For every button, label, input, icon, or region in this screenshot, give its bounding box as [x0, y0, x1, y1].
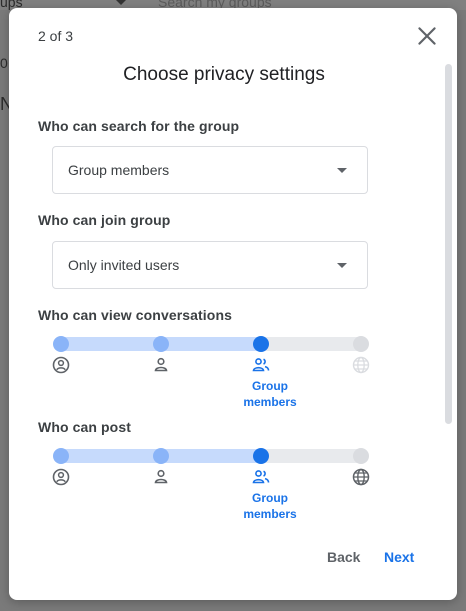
dialog-title: Choose privacy settings — [123, 64, 325, 85]
slider-stop-specific-people[interactable] — [153, 336, 169, 352]
step-indicator: 2 of 3 — [38, 28, 74, 44]
search-setting-select[interactable]: Group members — [52, 146, 368, 194]
slider-stop-everyone[interactable] — [353, 448, 369, 464]
view-setting-label: Who can view conversations — [38, 307, 232, 323]
background-dropdown-caret — [116, 0, 126, 5]
join-setting-select[interactable]: Only invited users — [52, 241, 368, 289]
scrollbar[interactable] — [445, 64, 452, 424]
group-icon[interactable] — [251, 355, 271, 375]
dropdown-arrow-icon — [337, 263, 347, 268]
group-managers-icon[interactable] — [52, 467, 71, 487]
person-icon[interactable] — [151, 355, 171, 375]
slider-stop-specific-people[interactable] — [153, 448, 169, 464]
group-icon[interactable] — [251, 467, 271, 487]
slider-stop-group-members[interactable] — [253, 448, 269, 464]
search-setting-value: Group members — [68, 162, 170, 178]
globe-icon[interactable] — [351, 467, 371, 487]
search-setting-label: Who can search for the group — [38, 118, 240, 134]
group-managers-icon[interactable] — [51, 355, 71, 375]
post-setting-slider[interactable]: Group members — [52, 448, 377, 524]
dropdown-arrow-icon — [337, 168, 347, 173]
join-setting-value: Only invited users — [68, 257, 180, 273]
selected-option-label: Group members — [243, 379, 297, 409]
slider-stop-everyone[interactable] — [353, 336, 369, 352]
slider-stop-managers[interactable] — [53, 448, 69, 464]
slider-track-inactive — [261, 337, 361, 351]
background-fragment-digit: 0 — [0, 55, 8, 71]
join-setting-label: Who can join group — [38, 212, 171, 228]
slider-stop-managers[interactable] — [53, 336, 69, 352]
slider-stop-group-members[interactable] — [253, 336, 269, 352]
privacy-settings-dialog: 2 of 3 Choose privacy settings Who can s… — [9, 8, 457, 600]
post-setting-label: Who can post — [38, 419, 131, 435]
close-icon[interactable] — [414, 23, 440, 49]
back-button[interactable]: Back — [327, 549, 360, 565]
next-button[interactable]: Next — [384, 549, 414, 565]
selected-option-label: Group members — [243, 491, 297, 521]
slider-track-inactive — [261, 449, 361, 463]
globe-icon[interactable] — [351, 355, 371, 375]
view-setting-slider[interactable]: Group members — [52, 336, 377, 426]
person-icon[interactable] — [151, 467, 171, 487]
